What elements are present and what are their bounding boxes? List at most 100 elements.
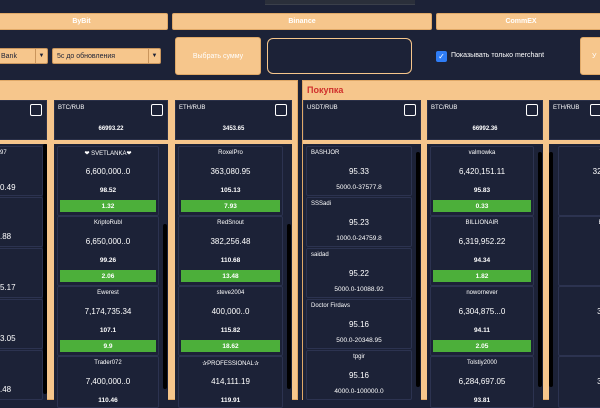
merchant-only-checkbox[interactable]: ✓: [436, 51, 447, 62]
pair-box-btc[interactable]: BTC/RUB 66993.22: [54, 100, 168, 140]
offer-name: Ewerest: [97, 290, 119, 296]
offer-name: saidad: [311, 252, 329, 258]
tab-commex[interactable]: CommEX: [436, 13, 600, 30]
offer-card[interactable]: KriptoRubl 6,650,000..0 99.26 2.06: [57, 216, 159, 286]
offer-card[interactable]: ✰PROFESSIONAL✰ 414,111.19 119.91: [178, 356, 283, 408]
pair-checkbox[interactable]: [404, 104, 416, 116]
offer-amount: 5.17: [0, 283, 16, 292]
offer-card[interactable]: H 31: [558, 286, 600, 356]
scrollbar[interactable]: [43, 144, 47, 394]
offer-card[interactable]: .88: [0, 197, 43, 247]
offer-spread-badge: 2.06: [60, 270, 156, 282]
pair-checkbox[interactable]: [275, 104, 287, 116]
offer-amount: 6,319,952.22: [458, 237, 506, 246]
offer-amount: 414,111.19: [211, 377, 250, 386]
offer-amount: 363,080.95: [210, 167, 251, 176]
tab-binance[interactable]: Binance: [172, 13, 432, 30]
offer-price: 95.83: [473, 187, 491, 194]
offer-card[interactable]: SSSadi 95.23 1000.0-24759.8: [306, 197, 412, 247]
pair-box[interactable]: [0, 100, 47, 140]
offer-amount: 0.49: [0, 183, 16, 192]
offer-card[interactable]: Ewerest 7,174,735.34 107.1 9.9: [57, 286, 159, 356]
offer-spread-badge: 0.33: [433, 200, 531, 212]
choose-amount-button[interactable]: Выбрать сумму: [175, 37, 261, 75]
offer-price: 107.1: [99, 327, 117, 334]
pair-checkbox[interactable]: [30, 104, 42, 116]
offer-card[interactable]: Tolstiy2000 6,284,697.05 93.81: [430, 356, 534, 408]
pair-name: ETH/RUB: [179, 105, 206, 111]
pair-name: USDT/RUB: [307, 105, 338, 111]
offer-card[interactable]: BILLIONAIR 6,319,952.22 94.34 1.82: [430, 216, 534, 286]
offer-amount: 3.05: [0, 334, 16, 343]
offer-price: 93.81: [473, 397, 491, 404]
sell-panel: BTC/RUB 66993.22 ETH/RUB 3453.65 97 0.49…: [0, 80, 298, 408]
offers-list-btc: ❤ SVETLANKA❤ 6,600,000..0 98.52 1.32 Kri…: [54, 144, 168, 408]
scrollbar[interactable]: [163, 224, 167, 389]
offer-name: RedSnout: [217, 220, 244, 226]
offer-spread-badge: 2.05: [433, 340, 531, 352]
offer-price: 95.23: [348, 218, 370, 227]
offer-card[interactable]: 3.05: [0, 299, 43, 349]
pair-checkbox[interactable]: [526, 104, 538, 116]
offer-card[interactable]: valmowka 6,420,151.11 95.83 0.33: [430, 146, 534, 216]
amount-input[interactable]: [267, 38, 412, 74]
offer-name: BASHJOR: [311, 150, 340, 156]
offer-price: 115.82: [220, 327, 241, 334]
pair-checkbox[interactable]: [590, 104, 600, 116]
offer-card[interactable]: 5.17: [0, 248, 43, 298]
pair-box-usdt[interactable]: USDT/RUB: [303, 100, 421, 140]
offer-card[interactable]: Trader072 7,400,000..0 110.46: [57, 356, 159, 408]
offer-card[interactable]: ❤ SVETLANKA❤ 6,600,000..0 98.52 1.32: [57, 146, 159, 216]
bank-select-value: Bank: [1, 52, 17, 60]
pair-price: 66993.22: [98, 126, 124, 132]
offer-amount: 6,420,151.11: [458, 167, 506, 176]
offers-list-eth: RoxelPro 363,080.95 105.13 7.93 RedSnout…: [175, 144, 292, 408]
interval-select[interactable]: 5с до обновления ▼: [52, 48, 161, 64]
offer-card[interactable]: 31: [558, 356, 600, 408]
offer-card[interactable]: steve2004 400,000..0 115.82 18.62: [178, 286, 283, 356]
pair-box-eth[interactable]: ETH/RUB: [549, 100, 600, 140]
scrollbar[interactable]: [287, 224, 291, 389]
merchant-only-label: Показывать только merchant: [451, 52, 545, 59]
offers-list-btc: valmowka 6,420,151.11 95.83 0.33 BILLION…: [427, 144, 543, 408]
offer-card[interactable]: BASHJOR 95.33 5000.0-37577.8: [306, 146, 412, 196]
offer-name: tpgir: [353, 354, 365, 360]
offer-name: valmowka: [468, 150, 496, 156]
tab-bybit[interactable]: ByBit: [0, 13, 168, 30]
partial-right-button-label: У: [592, 52, 597, 60]
offer-name: KriptoRubl: [93, 220, 122, 226]
offer-card[interactable]: RoxelPro 363,080.95 105.13 7.93: [178, 146, 283, 216]
offer-limits: 5000.0-10088.92: [334, 286, 384, 293]
scrollbar[interactable]: [549, 152, 553, 387]
offer-price: 95.16: [348, 320, 370, 329]
pair-name: BTC/RUB: [431, 105, 458, 111]
scrollbar[interactable]: [538, 152, 542, 387]
offer-card[interactable]: nowornever 6,304,875...0 94.11 2.05: [430, 286, 534, 356]
offer-price: 99.26: [99, 257, 117, 264]
offer-card[interactable]: saidad 95.22 5000.0-10088.92: [306, 248, 412, 298]
pair-box-btc[interactable]: BTC/RUB 66992.36: [427, 100, 543, 140]
offer-name: To: [559, 150, 600, 156]
offer-price: 105.13: [220, 187, 241, 194]
offer-card[interactable]: tpgir 95.16 4000.0-100000.0: [306, 350, 412, 400]
offer-name: ✰PROFESSIONAL✰: [202, 361, 259, 367]
offer-card[interactable]: Doctor Firdavs 95.16 500.0-20348.95: [306, 299, 412, 349]
buy-panel-title: Покупка: [307, 85, 344, 95]
offer-card[interactable]: RedSnout 382,256.48 110.68 13.48: [178, 216, 283, 286]
partial-right-button[interactable]: У: [580, 37, 600, 75]
scrollbar[interactable]: [416, 152, 420, 387]
offer-card[interactable]: .48: [0, 350, 43, 400]
offers-list-usdt: BASHJOR 95.33 5000.0-37577.8 SSSadi 95.2…: [303, 144, 421, 404]
offer-price: 110.46: [98, 397, 118, 404]
offer-card[interactable]: Be 3: [558, 216, 600, 286]
pair-name: BTC/RUB: [58, 105, 85, 111]
offer-card[interactable]: 97 0.49: [0, 146, 43, 196]
offer-name: H: [559, 290, 600, 296]
offer-name: steve2004: [216, 290, 245, 296]
bank-select[interactable]: Bank ▼: [0, 48, 48, 64]
pair-checkbox[interactable]: [151, 104, 163, 116]
offer-card[interactable]: To 323: [558, 146, 600, 216]
interval-select-value: 5с до обновления: [57, 52, 116, 60]
pair-box-eth[interactable]: ETH/RUB 3453.65: [175, 100, 292, 140]
offer-amount: 31: [597, 307, 600, 316]
